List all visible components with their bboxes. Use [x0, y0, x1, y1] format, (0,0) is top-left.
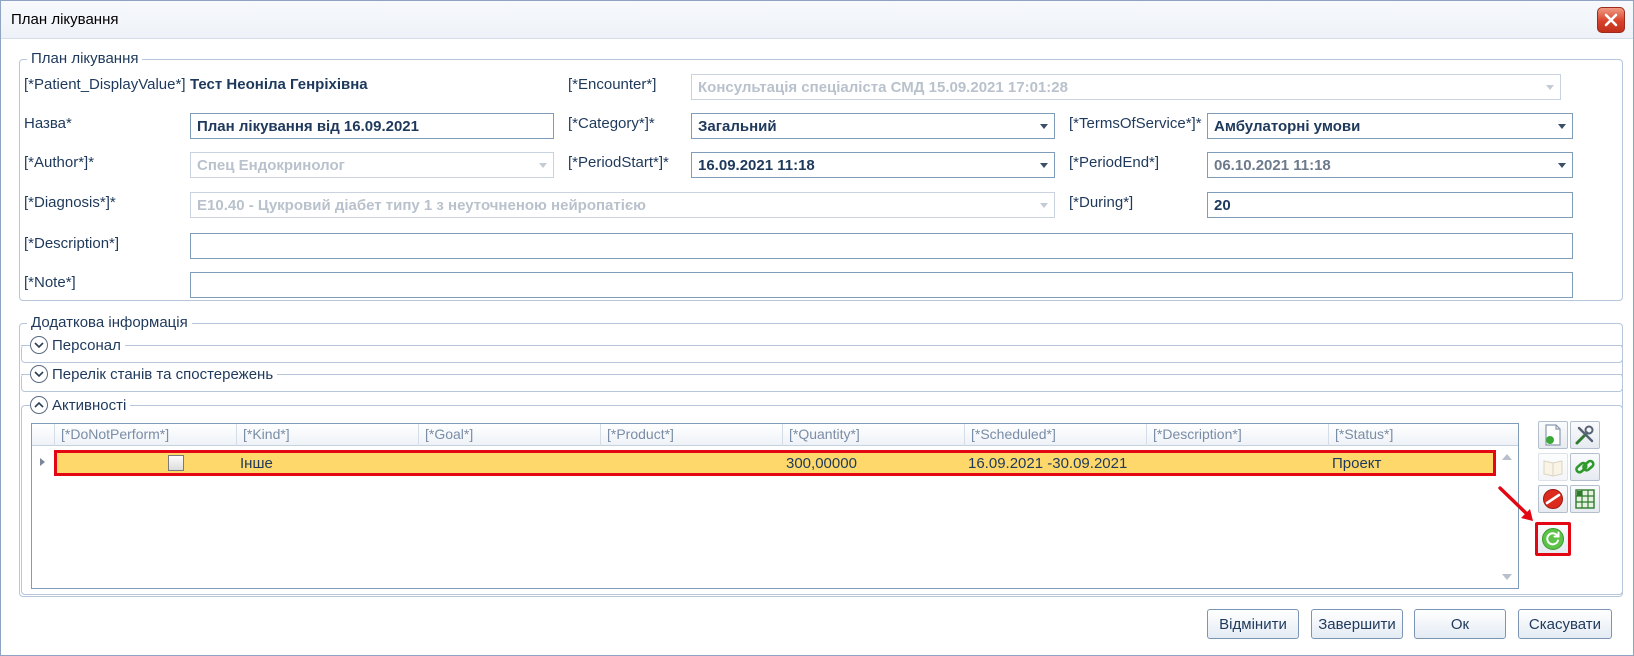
encounter-dropdown: Консультація спеціаліста СМД 15.09.2021 … [691, 74, 1561, 100]
during-input[interactable]: 20 [1207, 192, 1573, 218]
terms-dropdown[interactable]: Амбулаторні умови [1207, 113, 1573, 139]
note-label: [*Note*] [24, 274, 76, 291]
category-label: [*Category*]* [568, 115, 655, 132]
conditions-title: Перелік станів та спостережень [52, 365, 274, 383]
link-activity-button[interactable] [1570, 453, 1600, 481]
diagnosis-label: [*Diagnosis*]* [24, 194, 116, 211]
refresh-icon [1542, 528, 1564, 550]
author-value: Спец Ендокринолог [197, 157, 345, 174]
encounter-label: [*Encounter*] [568, 76, 657, 93]
collapse-toggle[interactable] [30, 396, 48, 414]
chevron-down-icon [1558, 124, 1566, 129]
column-header-status[interactable]: [*Status*] [1328, 424, 1496, 446]
add-activity-button[interactable] [1538, 421, 1568, 449]
column-header-product[interactable]: [*Product*] [600, 424, 782, 446]
cancel-button[interactable]: Скасувати [1518, 609, 1612, 639]
ok-button[interactable]: Ок [1414, 609, 1506, 639]
period-start-value: 16.09.2021 11:18 [698, 157, 815, 174]
cell-kind: Інше [240, 455, 273, 472]
do-not-perform-checkbox[interactable] [168, 455, 184, 471]
table-row[interactable]: Інше 300,00000 16.09.2021 -30.09.2021 Пр… [54, 450, 1496, 476]
diagnosis-dropdown: E10.40 - Цукровий діабет типу 1 з неуточ… [190, 192, 1055, 218]
name-input[interactable]: План лікування від 16.09.2021 [190, 113, 554, 139]
author-dropdown: Спец Ендокринолог [190, 152, 554, 178]
scroll-up-icon[interactable] [1502, 454, 1512, 460]
column-header-scheduled[interactable]: [*Scheduled*] [964, 424, 1146, 446]
chevron-up-icon [34, 401, 44, 408]
column-header-kind[interactable]: [*Kind*] [236, 424, 418, 446]
during-label: [*During*] [1069, 194, 1134, 211]
personnel-title: Персонал [52, 336, 121, 354]
column-header-do-not-perform[interactable]: [*DoNotPerform*] [54, 424, 236, 446]
new-document-icon [1545, 424, 1561, 446]
chevron-down-icon [1040, 163, 1048, 168]
link-icon [1575, 459, 1595, 474]
window-title: План лікування [11, 11, 119, 28]
no-entry-icon [1543, 489, 1563, 509]
diagnosis-value: E10.40 - Цукровий діабет типу 1 з неуточ… [197, 197, 646, 214]
activities-expander-header[interactable]: Активності [30, 396, 131, 414]
expand-toggle[interactable] [30, 336, 48, 354]
view-activity-button[interactable] [1538, 453, 1568, 481]
terms-label: [*TermsOfService*]* [1069, 115, 1202, 132]
edit-activity-button[interactable] [1570, 421, 1600, 449]
column-header-quantity[interactable]: [*Quantity*] [782, 424, 964, 446]
activities-title: Активності [52, 396, 127, 414]
period-end-label: [*PeriodEnd*] [1069, 154, 1160, 171]
period-end-value: 06.10.2021 11:18 [1214, 157, 1331, 174]
column-header-goal[interactable]: [*Goal*] [418, 424, 600, 446]
tools-icon [1575, 425, 1594, 445]
dialog-window: План лікування План лікування [*Patient_… [0, 0, 1634, 656]
patient-label: [*Patient_DisplayValue*] [24, 76, 186, 93]
encounter-value: Консультація спеціаліста СМД 15.09.2021 … [698, 79, 1068, 96]
patient-value: Тест Неоніла Генріхівна [190, 76, 368, 93]
finish-button[interactable]: Завершити [1311, 609, 1403, 639]
cell-scheduled: 16.09.2021 -30.09.2021 [968, 455, 1128, 472]
period-start-picker[interactable]: 16.09.2021 11:18 [691, 152, 1055, 178]
category-dropdown[interactable]: Загальний [691, 113, 1055, 139]
chevron-down-icon [34, 371, 44, 378]
chevron-down-icon [539, 163, 547, 168]
column-header-description[interactable]: [*Description*] [1146, 424, 1328, 446]
description-input[interactable] [190, 233, 1573, 259]
plan-group-caption: План лікування [27, 50, 143, 67]
period-start-label: [*PeriodStart*]* [568, 154, 669, 171]
close-icon [1604, 13, 1618, 27]
chevron-down-icon [34, 342, 44, 349]
author-label: [*Author*]* [24, 154, 95, 171]
during-value: 20 [1214, 197, 1231, 214]
activities-grid[interactable]: [*DoNotPerform*] [*Kind*] [*Goal*] [*Pro… [31, 423, 1519, 589]
expand-toggle[interactable] [30, 365, 48, 383]
name-label: Назва* [24, 115, 72, 132]
chevron-down-icon [1558, 163, 1566, 168]
title-bar: План лікування [1, 1, 1633, 39]
cell-quantity: 300,00000 [786, 455, 857, 472]
red-arrow-icon [1498, 486, 1533, 521]
cell-status: Проект [1332, 455, 1382, 472]
chevron-down-icon [1546, 85, 1554, 90]
grid-edit-icon [1575, 489, 1595, 509]
terms-value: Амбулаторні умови [1214, 118, 1361, 135]
note-input[interactable] [190, 272, 1573, 298]
delete-activity-button[interactable] [1538, 485, 1568, 513]
scroll-down-icon[interactable] [1502, 574, 1512, 580]
conditions-expander-header[interactable]: Перелік станів та спостережень [30, 365, 278, 383]
grid-header: [*DoNotPerform*] [*Kind*] [*Goal*] [*Pro… [32, 424, 1518, 446]
period-end-picker[interactable]: 06.10.2021 11:18 [1207, 152, 1573, 178]
open-book-icon [1543, 460, 1563, 477]
grid-edit-button[interactable] [1570, 485, 1600, 513]
personnel-expander [21, 345, 1623, 363]
name-value: План лікування від 16.09.2021 [197, 118, 419, 135]
chevron-down-icon [1040, 124, 1048, 129]
category-value: Загальний [698, 118, 777, 135]
refresh-button[interactable] [1535, 522, 1571, 556]
undo-button[interactable]: Відмінити [1207, 609, 1299, 639]
personnel-expander-header[interactable]: Персонал [30, 336, 125, 354]
row-indicator-icon [40, 458, 45, 466]
chevron-down-icon [1040, 203, 1048, 208]
description-label: [*Description*] [24, 235, 120, 252]
additional-info-caption: Додаткова інформація [27, 314, 192, 331]
close-button[interactable] [1597, 7, 1625, 33]
